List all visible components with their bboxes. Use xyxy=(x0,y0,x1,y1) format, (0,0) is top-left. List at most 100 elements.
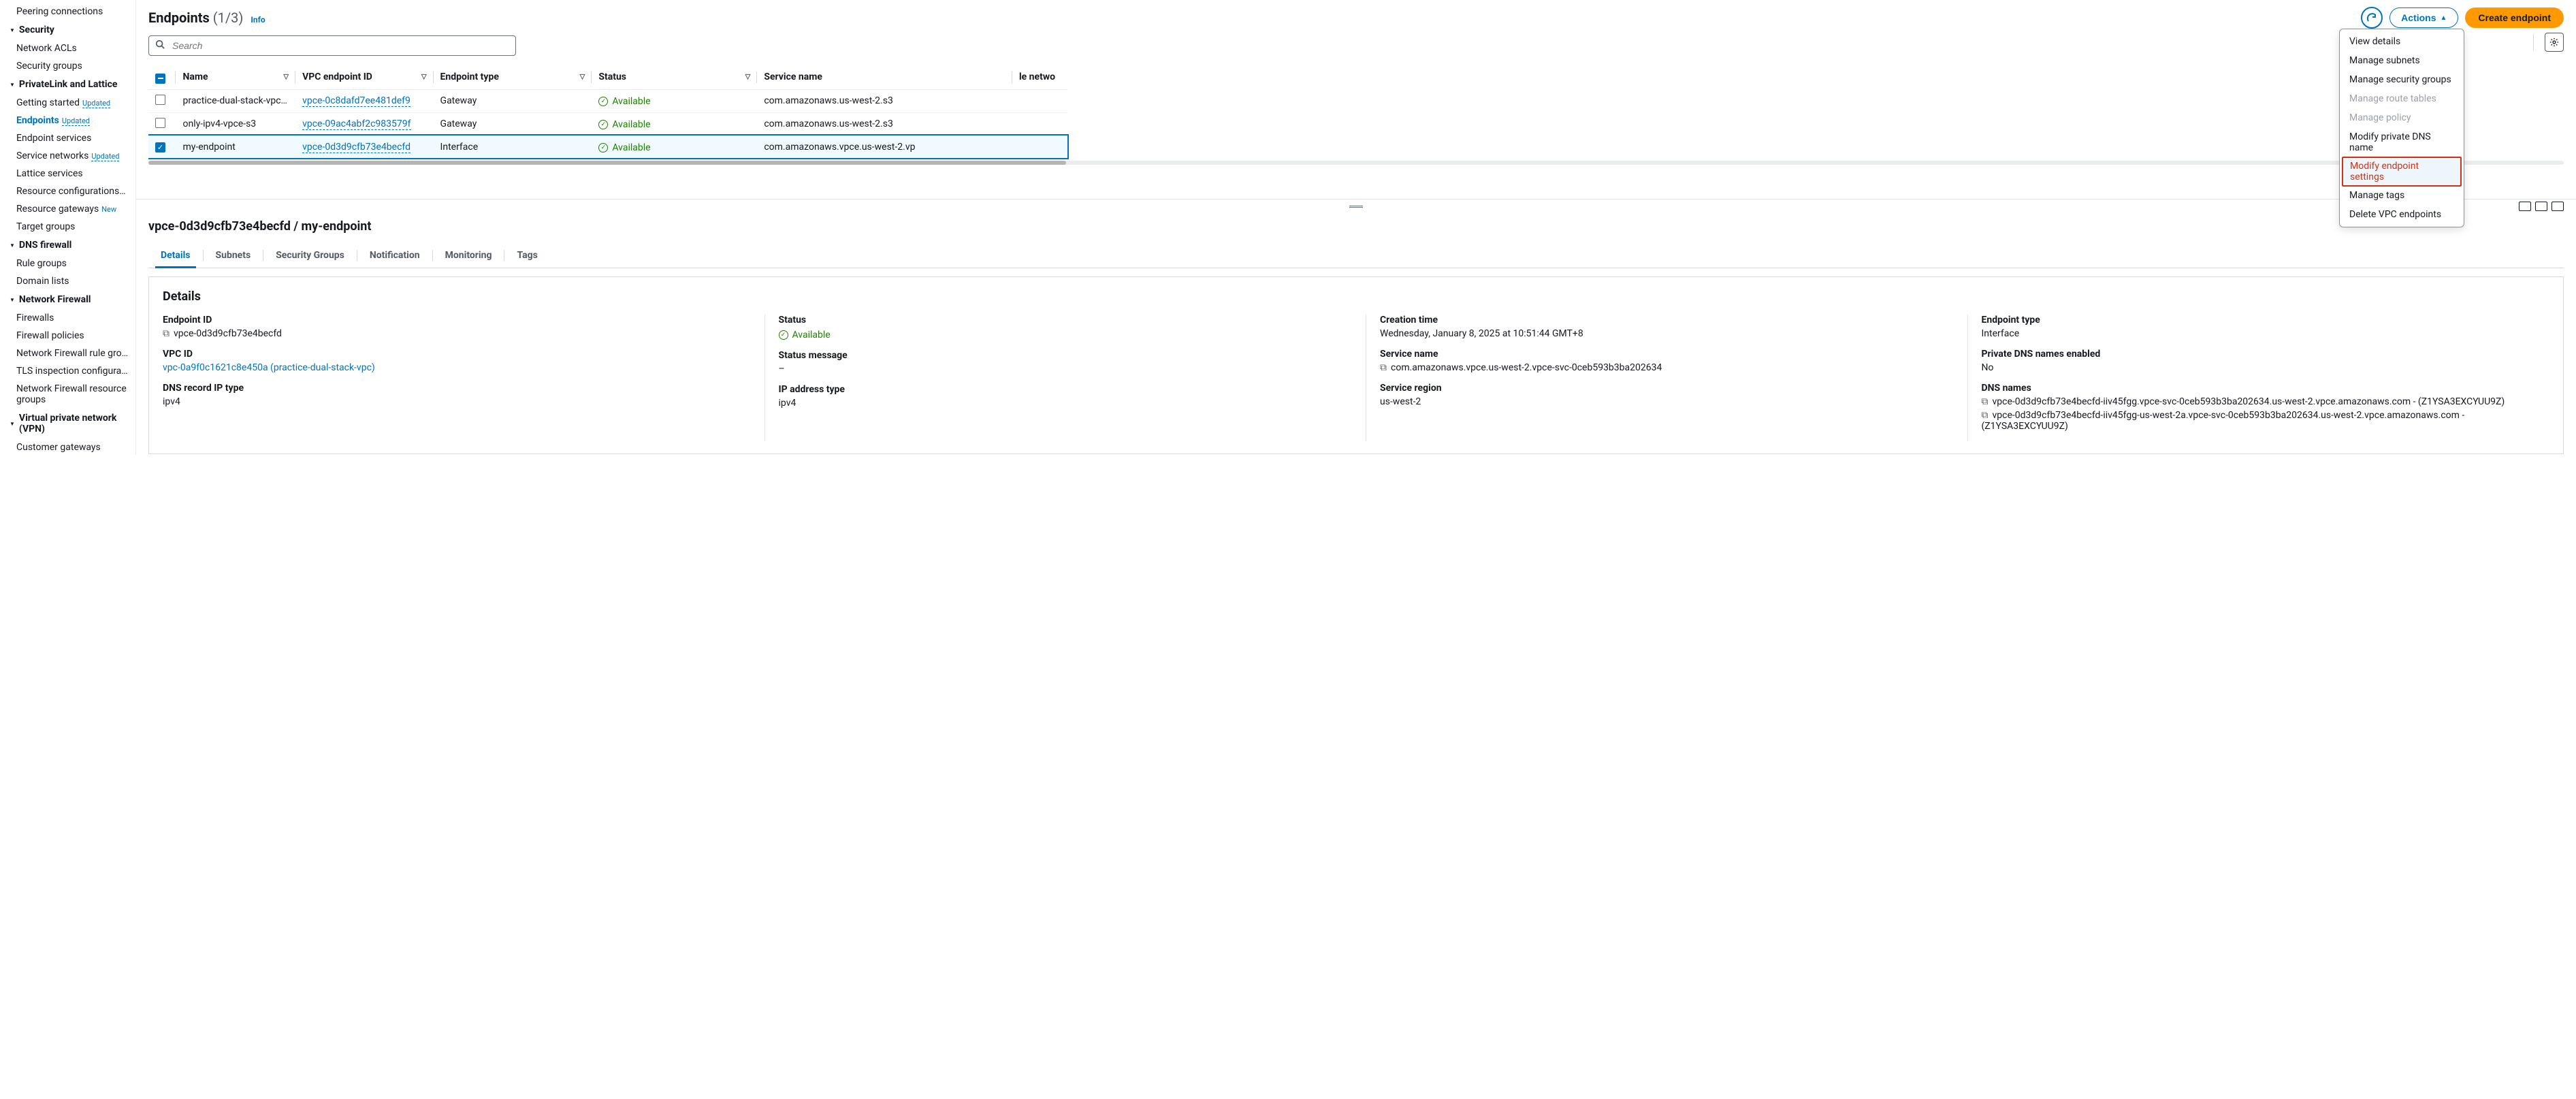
row-checkbox[interactable] xyxy=(155,95,165,105)
check-circle-icon: ✓ xyxy=(779,330,788,340)
label-ip-type: IP address type xyxy=(779,384,1347,395)
panel-layout-bottom-icon[interactable] xyxy=(2519,202,2531,211)
copy-icon[interactable]: ⧉ xyxy=(1982,396,1989,407)
sort-icon: ▽ xyxy=(580,74,585,81)
menu-manage-tags[interactable]: Manage tags xyxy=(2340,186,2464,205)
details-card-title: Details xyxy=(163,289,2549,304)
detail-tabs: Details Subnets Security Groups Notifica… xyxy=(148,243,2564,268)
copy-icon[interactable]: ⧉ xyxy=(1380,362,1387,373)
horizontal-scrollbar[interactable] xyxy=(148,161,2564,165)
sidebar-item-tls-inspection[interactable]: TLS inspection configurations xyxy=(0,362,135,380)
row-checkbox[interactable] xyxy=(155,118,165,128)
sidebar-item-nfw-rulegroups[interactable]: Network Firewall rule groups xyxy=(0,345,135,362)
page-title-wrap: Endpoints (1/3) Info xyxy=(148,10,265,26)
col-endpoint-type[interactable]: Endpoint type▽ xyxy=(434,65,592,89)
panel-resize-handle[interactable] xyxy=(136,199,2576,214)
col-service-name[interactable]: Service name xyxy=(757,65,1012,89)
value-status-message: – xyxy=(779,364,1347,375)
refresh-button[interactable] xyxy=(2361,7,2383,29)
sidebar-item-lattice-services[interactable]: Lattice services xyxy=(0,165,135,182)
sidebar-group-security[interactable]: Security xyxy=(0,20,135,39)
cell-name: my-endpoint xyxy=(176,136,295,158)
sidebar-item-peering[interactable]: Peering connections xyxy=(0,3,135,20)
sidebar-item-endpoint-services[interactable]: Endpoint services xyxy=(0,129,135,147)
sidebar-item-domainlists[interactable]: Domain lists xyxy=(0,272,135,290)
cell-service: com.amazonaws.vpce.us-west-2.vp xyxy=(757,136,1012,158)
cell-name: only-ipv4-vpce-s3 xyxy=(176,112,295,136)
col-status[interactable]: Status▽ xyxy=(592,65,757,89)
value-endpoint-id: vpce-0d3d9cfb73e4becfd xyxy=(174,328,282,339)
value-private-dns: No xyxy=(1982,362,2550,373)
actions-dropdown: View details Manage subnets Manage secur… xyxy=(2339,29,2464,227)
sidebar-group-netfw[interactable]: Network Firewall xyxy=(0,290,135,309)
divider xyxy=(2533,34,2534,50)
value-vpc-id-link[interactable]: vpc-0a9f0c1621c8e450a (practice-dual-sta… xyxy=(163,362,375,373)
table-row[interactable]: my-endpoint vpce-0d3d9cfb73e4becfd Inter… xyxy=(148,136,1067,158)
sidebar-item-nfw-resgroups[interactable]: Network Firewall resource groups xyxy=(0,380,135,409)
sidebar-item-firewalls[interactable]: Firewalls xyxy=(0,309,135,327)
panel-layout-full-icon[interactable] xyxy=(2551,202,2564,211)
select-all-checkbox[interactable] xyxy=(155,74,165,84)
menu-manage-subnets[interactable]: Manage subnets xyxy=(2340,51,2464,70)
sidebar-item-resource-gateways[interactable]: Resource gatewaysNew xyxy=(0,200,135,218)
gear-icon xyxy=(2549,37,2559,47)
sidebar-item-getting-started[interactable]: Getting startedUpdated xyxy=(0,94,135,112)
label-creation-time: Creation time xyxy=(1380,315,1948,325)
sidebar-item-customer-gw[interactable]: Customer gateways xyxy=(0,439,135,455)
check-circle-icon: ✓ xyxy=(598,120,608,129)
menu-view-details[interactable]: View details xyxy=(2340,32,2464,51)
detail-panel: vpce-0d3d9cfb73e4becfd / my-endpoint Det… xyxy=(136,214,2576,456)
cell-vpce-link[interactable]: vpce-0d3d9cfb73e4becfd xyxy=(302,142,410,153)
tab-details[interactable]: Details xyxy=(148,243,203,268)
menu-modify-endpoint-settings[interactable]: Modify endpoint settings xyxy=(2342,157,2462,187)
tab-subnets[interactable]: Subnets xyxy=(204,243,263,268)
sidebar-item-nacls[interactable]: Network ACLs xyxy=(0,39,135,57)
tab-notification[interactable]: Notification xyxy=(357,243,432,268)
sidebar-item-resource-configs[interactable]: Resource configurationsNew xyxy=(0,182,135,200)
cell-name: practice-dual-stack-vpc… xyxy=(176,89,295,112)
sidebar-item-rulegroups[interactable]: Rule groups xyxy=(0,255,135,272)
sidebar-item-service-networks[interactable]: Service networksUpdated xyxy=(0,147,135,165)
panel-layout-right-icon[interactable] xyxy=(2535,202,2547,211)
table-row[interactable]: practice-dual-stack-vpc… vpce-0c8dafd7ee… xyxy=(148,89,1067,112)
info-link[interactable]: Info xyxy=(251,15,265,25)
menu-modify-private-dns[interactable]: Modify private DNS name xyxy=(2340,127,2464,157)
tab-security-groups[interactable]: Security Groups xyxy=(263,243,357,268)
tab-tags[interactable]: Tags xyxy=(504,243,549,268)
table-row[interactable]: only-ipv4-vpce-s3 vpce-09ac4abf2c983579f… xyxy=(148,112,1067,136)
sidebar-group-vpn[interactable]: Virtual private network (VPN) xyxy=(0,409,135,439)
copy-icon[interactable]: ⧉ xyxy=(1982,410,1989,421)
actions-button[interactable]: Actions ▲ xyxy=(2389,7,2458,28)
col-vpce-id[interactable]: VPC endpoint ID▽ xyxy=(295,65,433,89)
sort-icon: ▽ xyxy=(745,74,751,81)
settings-button[interactable] xyxy=(2545,33,2564,52)
copy-icon[interactable]: ⧉ xyxy=(163,328,170,339)
sidebar-item-endpoints[interactable]: EndpointsUpdated xyxy=(0,112,135,129)
cell-status: ✓Available xyxy=(598,119,650,130)
main-content: Endpoints (1/3) Info Actions ▲ Create en… xyxy=(136,0,2576,455)
col-name[interactable]: Name▽ xyxy=(176,65,295,89)
col-network[interactable]: le netwo xyxy=(1012,65,1067,89)
cell-service: com.amazonaws.us-west-2.s3 xyxy=(757,89,1012,112)
sidebar-item-fwpolicies[interactable]: Firewall policies xyxy=(0,327,135,345)
badge-updated: Updated xyxy=(91,152,119,161)
menu-manage-route-tables: Manage route tables xyxy=(2340,89,2464,108)
sidebar-item-target-groups[interactable]: Target groups xyxy=(0,218,135,236)
menu-manage-security-groups[interactable]: Manage security groups xyxy=(2340,70,2464,89)
sidebar-group-dnsfw[interactable]: DNS firewall xyxy=(0,236,135,255)
cell-vpce-link[interactable]: vpce-0c8dafd7ee481def9 xyxy=(302,95,410,107)
sidebar-item-secgroups[interactable]: Security groups xyxy=(0,57,135,75)
cell-type: Gateway xyxy=(434,112,592,136)
menu-delete-vpc-endpoints[interactable]: Delete VPC endpoints xyxy=(2340,205,2464,224)
menu-manage-policy: Manage policy xyxy=(2340,108,2464,127)
cell-status: ✓Available xyxy=(598,96,650,107)
value-dns-record-type: ipv4 xyxy=(163,396,745,407)
row-checkbox[interactable] xyxy=(155,142,165,153)
check-circle-icon: ✓ xyxy=(598,97,608,106)
tab-monitoring[interactable]: Monitoring xyxy=(433,243,504,268)
cell-vpce-link[interactable]: vpce-09ac4abf2c983579f xyxy=(302,118,410,130)
create-endpoint-button[interactable]: Create endpoint xyxy=(2465,7,2564,28)
search-input[interactable] xyxy=(148,35,516,56)
label-status: Status xyxy=(779,315,1347,325)
sidebar-group-privatelink[interactable]: PrivateLink and Lattice xyxy=(0,75,135,94)
